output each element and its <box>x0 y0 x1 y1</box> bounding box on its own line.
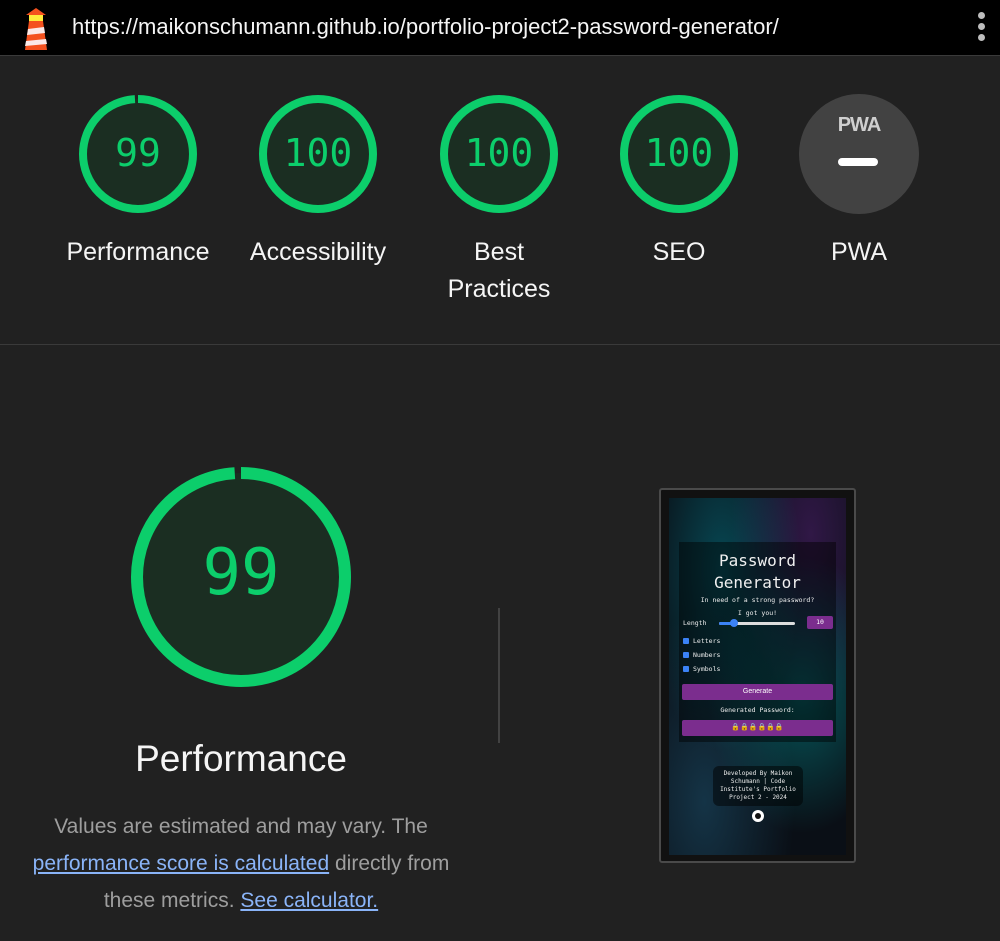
gauge-pwa[interactable]: PWA PWA <box>769 94 949 271</box>
github-icon <box>752 810 764 822</box>
gauge-label: Performance <box>66 238 210 266</box>
screenshot-option-numbers: Numbers <box>683 651 720 659</box>
gauge-ring: 100 <box>259 95 377 213</box>
score-calculated-link[interactable]: performance score is calculated <box>33 852 329 875</box>
screenshot-image: Password Generator In need of a strong p… <box>669 498 846 855</box>
gauge-score: 100 <box>465 131 534 175</box>
screenshot-length-slider <box>719 619 795 627</box>
gauge-label: PWA <box>830 238 888 266</box>
pwa-badge-text: PWA <box>837 114 882 136</box>
gauge-ring: 100 <box>440 95 558 213</box>
performance-description: Values are estimated and may vary. The p… <box>10 808 472 919</box>
gauge-score: 99 <box>115 131 161 175</box>
checkbox-icon <box>683 638 689 644</box>
gauge-ring: 99 <box>79 95 197 213</box>
screenshot-subtitle: In need of a strong password? <box>700 596 815 604</box>
gauge-ring: 100 <box>620 95 738 213</box>
final-screenshot[interactable]: Password Generator In need of a strong p… <box>659 488 856 863</box>
screenshot-footer: Developed By Maikon Schumann | Code Inst… <box>713 766 803 806</box>
gauge-accessibility[interactable]: 100 Accessibility <box>228 94 408 271</box>
page-url[interactable]: https://maikonschumann.github.io/portfol… <box>72 14 779 40</box>
pwa-badge-icon: PWA <box>799 94 919 214</box>
screenshot-generate-button: Generate <box>682 684 833 700</box>
address-bar: https://maikonschumann.github.io/portfol… <box>0 0 1000 56</box>
dash-icon <box>838 158 878 166</box>
gauge-score: 100 <box>284 131 353 175</box>
gauge-label: Best Practices <box>447 238 551 303</box>
performance-score-large: 99 <box>202 536 279 610</box>
gauge-best-practices[interactable]: 100 Best Practices <box>409 94 589 308</box>
performance-title: Performance <box>135 738 347 779</box>
gauge-performance[interactable]: 99 Performance <box>48 94 228 271</box>
performance-gauge-large: 99 <box>131 467 351 687</box>
screenshot-generated-value: 🔒🔒🔒🔒🔒🔒 <box>682 720 833 736</box>
screenshot-length-label: Length <box>683 619 707 627</box>
gauge-label: Accessibility <box>249 238 387 266</box>
vertical-divider <box>498 608 500 743</box>
screenshot-option-letters: Letters <box>683 637 720 645</box>
gauge-label: SEO <box>652 238 706 266</box>
screenshot-length-value: 10 <box>807 616 833 629</box>
desc-text: Values are estimated and may vary. The <box>54 815 428 838</box>
checkbox-icon <box>683 652 689 658</box>
category-gauges: 99 Performance 100 Accessibility 100 Bes… <box>0 57 1000 345</box>
gauge-seo[interactable]: 100 SEO <box>589 94 769 271</box>
screenshot-option-symbols: Symbols <box>683 665 720 673</box>
screenshot-generated-label: Generated Password: <box>720 706 795 714</box>
see-calculator-link[interactable]: See calculator. <box>240 889 378 912</box>
gauge-score: 100 <box>645 131 714 175</box>
lighthouse-icon <box>25 8 47 50</box>
kebab-menu-icon[interactable] <box>976 12 986 44</box>
checkbox-icon <box>683 666 689 672</box>
screenshot-title: Password Generator <box>714 551 801 592</box>
